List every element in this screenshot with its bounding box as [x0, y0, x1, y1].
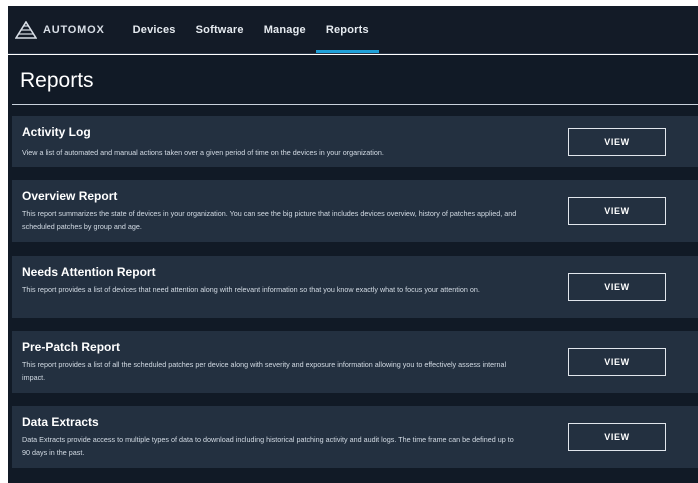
- report-card-overview: Overview Report This report summarizes t…: [12, 180, 698, 242]
- nav-software[interactable]: Software: [186, 6, 254, 53]
- nav-devices[interactable]: Devices: [123, 6, 186, 53]
- report-description: This report provides a list of devices t…: [22, 285, 480, 294]
- view-data-extracts-button[interactable]: VIEW: [568, 423, 666, 451]
- nav-reports[interactable]: Reports: [315, 6, 379, 53]
- view-overview-report-button[interactable]: VIEW: [568, 197, 666, 225]
- report-title: Data Extracts: [22, 415, 99, 429]
- report-title: Pre-Patch Report: [22, 340, 121, 354]
- report-title: Overview Report: [22, 189, 118, 203]
- report-description: View a list of automated and manual acti…: [22, 148, 384, 157]
- report-description: This report summarizes the state of devi…: [22, 209, 517, 231]
- report-card-activity-log: Activity Log View a list of automated an…: [12, 116, 698, 167]
- report-title: Needs Attention Report: [22, 265, 156, 279]
- report-card-pre-patch: Pre-Patch Report This report provides a …: [12, 331, 698, 393]
- automox-logo-icon: [15, 20, 37, 39]
- nav-manage[interactable]: Manage: [254, 6, 316, 53]
- page-title: Reports: [20, 69, 94, 92]
- report-card-data-extracts: Data Extracts Data Extracts provide acce…: [12, 406, 698, 468]
- report-card-needs-attention: Needs Attention Report This report provi…: [12, 256, 698, 318]
- title-divider: [12, 104, 698, 105]
- report-title: Activity Log: [22, 125, 91, 139]
- top-navigation-bar: AUTOMOX Devices Software Manage Reports: [8, 6, 698, 54]
- report-description: Data Extracts provide access to multiple…: [22, 435, 514, 457]
- main-content: Reports Activity Log View a list of auto…: [8, 55, 698, 483]
- view-needs-attention-button[interactable]: VIEW: [568, 273, 666, 301]
- view-activity-log-button[interactable]: VIEW: [568, 128, 666, 156]
- view-pre-patch-button[interactable]: VIEW: [568, 348, 666, 376]
- brand-name: AUTOMOX: [43, 23, 105, 36]
- report-description: This report provides a list of all the s…: [22, 360, 507, 382]
- brand-logo[interactable]: AUTOMOX: [15, 20, 105, 39]
- main-nav: Devices Software Manage Reports: [123, 6, 379, 53]
